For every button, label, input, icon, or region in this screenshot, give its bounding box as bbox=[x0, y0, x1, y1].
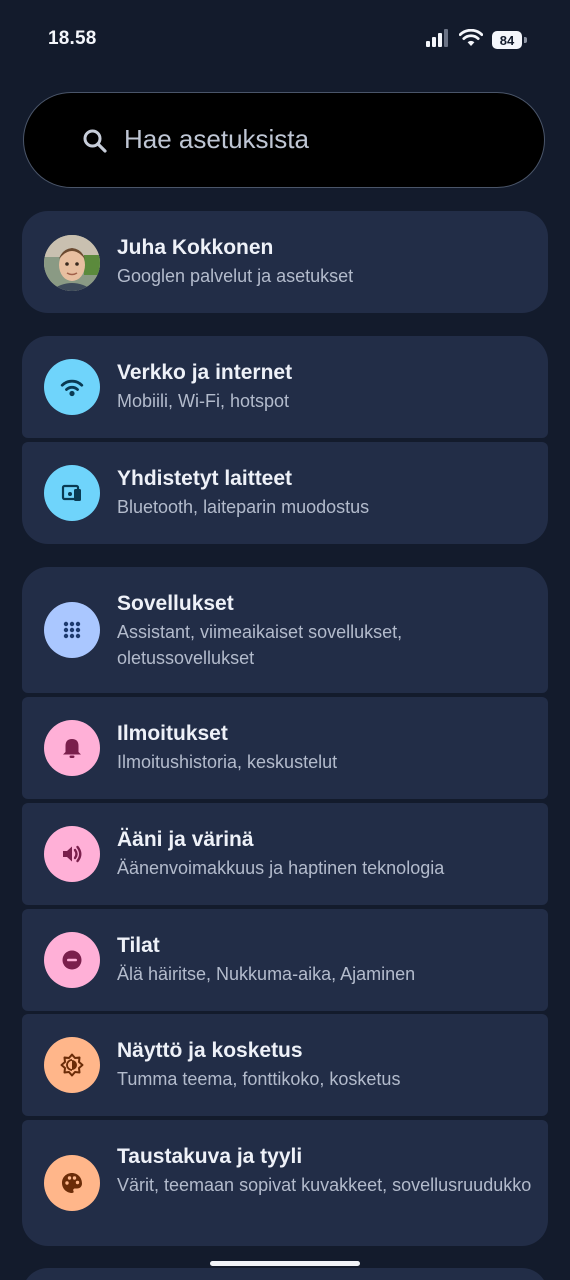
account-name: Juha Kokkonen bbox=[117, 236, 274, 259]
item-subtitle: Bluetooth, laiteparin muodostus bbox=[117, 497, 370, 517]
settings-item-notifications[interactable]: Ilmoitukset Ilmoitushistoria, keskustelu… bbox=[22, 697, 548, 799]
connected-devices-icon bbox=[44, 465, 100, 521]
account-subtitle: Googlen palvelut ja asetukset bbox=[117, 266, 354, 286]
settings-item-display[interactable]: Näyttö ja kosketus Tumma teema, fonttiko… bbox=[22, 1014, 548, 1116]
do-not-disturb-icon bbox=[44, 932, 100, 988]
search-bar[interactable]: Hae asetuksista bbox=[23, 92, 545, 188]
item-subtitle: Mobiili, Wi-Fi, hotspot bbox=[117, 391, 290, 411]
battery-level: 84 bbox=[499, 32, 515, 48]
brightness-icon bbox=[44, 1037, 100, 1093]
settings-item-connected-devices[interactable]: Yhdistetyt laitteet Bluetooth, laitepari… bbox=[22, 442, 548, 544]
avatar bbox=[44, 235, 100, 291]
search-icon bbox=[82, 128, 108, 154]
item-title: Sovellukset bbox=[117, 592, 234, 615]
item-title: Verkko ja internet bbox=[117, 361, 293, 384]
wifi-icon bbox=[44, 359, 100, 415]
status-time: 18.58 bbox=[48, 28, 97, 49]
volume-icon bbox=[44, 826, 100, 882]
home-indicator[interactable] bbox=[210, 1261, 360, 1266]
status-icons: 84 bbox=[426, 28, 527, 52]
item-subtitle: Äänenvoimakkuus ja haptinen teknologia bbox=[117, 858, 445, 878]
signal-icon bbox=[426, 28, 450, 52]
search-input[interactable]: Hae asetuksista bbox=[124, 124, 309, 155]
settings-item-network[interactable]: Verkko ja internet Mobiili, Wi-Fi, hotsp… bbox=[22, 336, 548, 438]
apps-grid-icon bbox=[44, 602, 100, 658]
next-card-peek bbox=[22, 1268, 548, 1280]
battery-icon: 84 bbox=[492, 31, 527, 49]
wifi-icon bbox=[458, 28, 484, 52]
item-title: Tilat bbox=[117, 934, 160, 957]
status-bar: 18.58 84 bbox=[0, 0, 570, 80]
account-card[interactable]: Juha Kokkonen Googlen palvelut ja asetuk… bbox=[22, 211, 548, 313]
item-subtitle: Assistant, viimeaikaiset sovellukset, ol… bbox=[117, 622, 403, 668]
item-subtitle: Älä häiritse, Nukkuma-aika, Ajaminen bbox=[117, 964, 416, 984]
palette-icon bbox=[44, 1155, 100, 1211]
item-title: Näyttö ja kosketus bbox=[117, 1039, 303, 1062]
item-subtitle: Tumma teema, fonttikoko, kosketus bbox=[117, 1069, 401, 1089]
item-title: Taustakuva ja tyyli bbox=[117, 1145, 303, 1168]
settings-item-sound[interactable]: Ääni ja värinä Äänenvoimakkuus ja haptin… bbox=[22, 803, 548, 905]
item-title: Ilmoitukset bbox=[117, 722, 228, 745]
settings-item-modes[interactable]: Tilat Älä häiritse, Nukkuma-aika, Ajamin… bbox=[22, 909, 548, 1011]
item-title: Yhdistetyt laitteet bbox=[117, 467, 293, 490]
settings-item-apps[interactable]: Sovellukset Assistant, viimeaikaiset sov… bbox=[22, 567, 548, 693]
item-subtitle: Värit, teemaan sopivat kuvakkeet, sovell… bbox=[117, 1175, 532, 1195]
settings-item-wallpaper[interactable]: Taustakuva ja tyyli Värit, teemaan sopiv… bbox=[22, 1120, 548, 1246]
item-subtitle: Ilmoitushistoria, keskustelut bbox=[117, 752, 338, 772]
item-title: Ääni ja värinä bbox=[117, 828, 254, 851]
settings-screen: 18.58 84 Hae asetuksista Juha Kokkonen G… bbox=[0, 0, 570, 1280]
bell-icon bbox=[44, 720, 100, 776]
